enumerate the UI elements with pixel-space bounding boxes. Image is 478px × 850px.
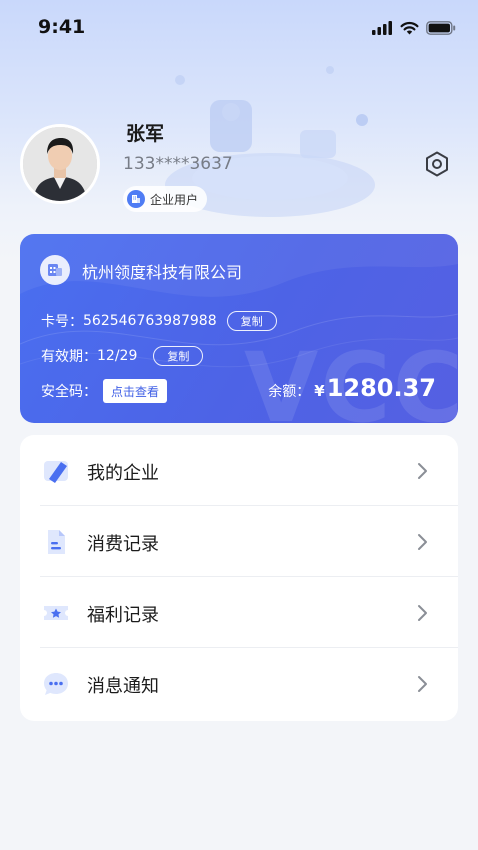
virtual-card: VCC 杭州领度科技有限公司 卡号： 562546763987988 复制 有效… [20, 234, 458, 423]
balance-amount: 1280.37 [326, 374, 436, 402]
wifi-icon [400, 21, 419, 35]
building-icon [127, 190, 145, 208]
company-name: 杭州领度科技有限公司 [82, 263, 243, 282]
balance-currency: ¥ [314, 382, 325, 400]
menu-item-welfare-records[interactable]: 福利记录 [20, 577, 458, 648]
status-time: 9:41 [38, 16, 86, 38]
ticket-icon [44, 606, 68, 620]
copy-validity-button[interactable]: 复制 [153, 346, 204, 366]
view-security-code-button[interactable]: 点击查看 [103, 379, 168, 403]
card-number-row: 卡号： 562546763987988 复制 [41, 311, 277, 331]
menu-label: 消费记录 [87, 534, 159, 555]
menu-item-my-company[interactable]: 我的企业 [20, 435, 458, 506]
chevron-right-icon [418, 676, 427, 692]
chevron-right-icon [418, 534, 427, 550]
document-icon [48, 530, 65, 554]
status-bar: 9:41 [0, 0, 478, 56]
validity-label: 有效期： [41, 349, 97, 365]
avatar-image [23, 127, 97, 201]
battery-icon [426, 21, 456, 35]
validity-value: 12/29 [97, 348, 138, 364]
validity-row: 有效期： 12/29 复制 [41, 346, 204, 366]
chat-icon [44, 673, 68, 695]
chevron-right-icon [418, 463, 427, 479]
menu-label: 福利记录 [87, 605, 159, 626]
copy-card-number-button[interactable]: 复制 [226, 311, 277, 331]
company-icon [44, 461, 68, 483]
balance: 余额： ¥ 1280.37 [268, 374, 436, 402]
user-phone: 133****3637 [123, 154, 233, 174]
settings-icon[interactable] [423, 150, 451, 178]
menu-list: 我的企业 消费记录 福利记录 消息通知 [20, 435, 458, 721]
menu-label: 消息通知 [87, 676, 159, 697]
user-type-badge: 企业用户 [123, 186, 208, 212]
security-code-row: 安全码： 点击查看 [41, 379, 168, 403]
avatar[interactable] [20, 124, 100, 204]
signal-icon [372, 21, 392, 35]
menu-label: 我的企业 [87, 463, 159, 484]
card-number: 562546763987988 [83, 313, 217, 329]
balance-label: 余额： [268, 384, 311, 400]
security-code-label: 安全码： [41, 384, 97, 400]
company-card-icon [40, 255, 70, 285]
card-number-label: 卡号： [41, 314, 83, 330]
status-icons [372, 19, 456, 37]
user-name: 张军 [126, 123, 165, 145]
menu-item-consumption-records[interactable]: 消费记录 [20, 506, 458, 577]
menu-item-message-notifications[interactable]: 消息通知 [20, 648, 458, 719]
user-type-label: 企业用户 [150, 192, 199, 207]
chevron-right-icon [418, 605, 427, 621]
